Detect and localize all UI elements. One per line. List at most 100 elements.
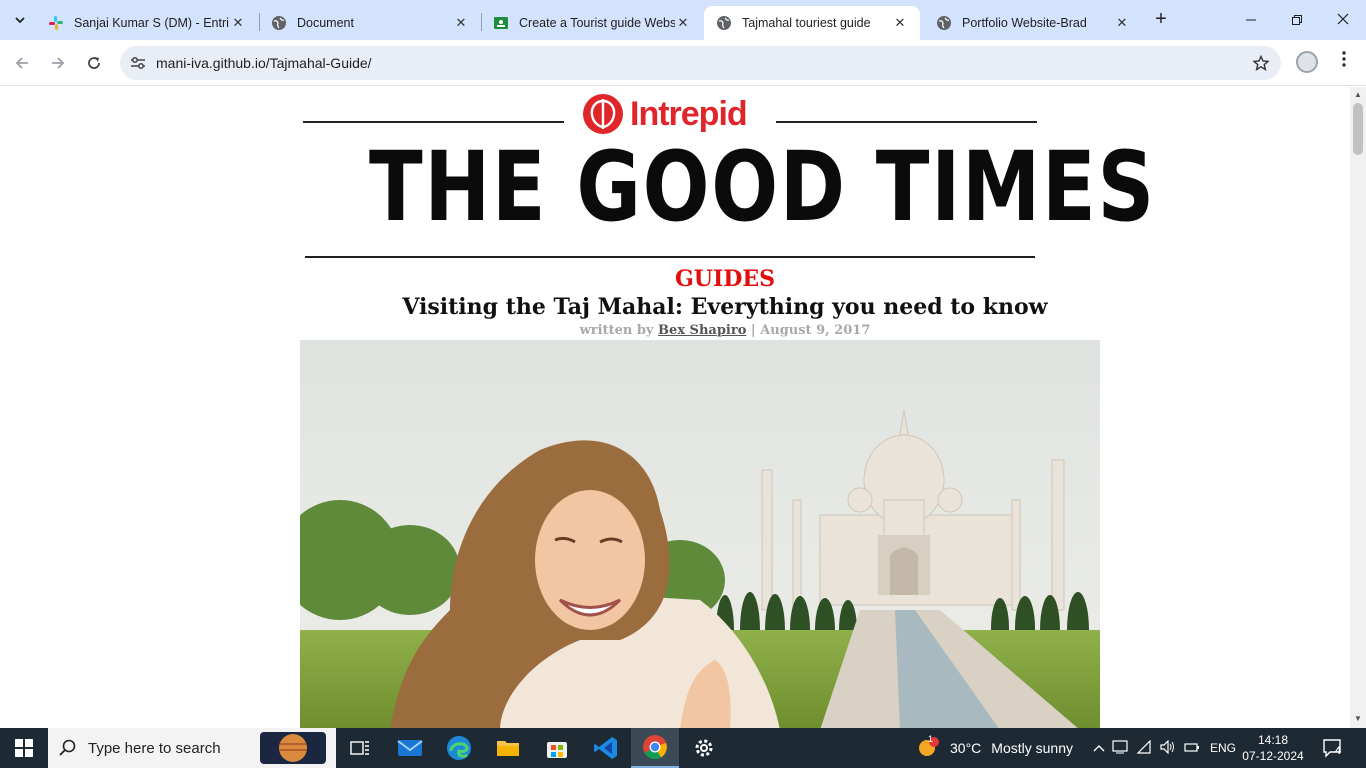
close-icon[interactable]: ✕ xyxy=(453,15,469,31)
store-icon xyxy=(547,742,567,758)
new-tab-button[interactable]: + xyxy=(1150,9,1172,31)
vscode-app[interactable] xyxy=(582,728,630,768)
article-byline: written by Bex Shapiro | August 9, 2017 xyxy=(0,323,1350,338)
taskbar-search-box[interactable]: Type here to search xyxy=(48,728,336,768)
forward-button[interactable] xyxy=(45,50,71,76)
network-drive-icon[interactable] xyxy=(1108,739,1132,757)
globe-icon xyxy=(937,16,951,30)
close-icon[interactable]: ✕ xyxy=(892,15,908,31)
start-button[interactable] xyxy=(0,728,48,768)
intrepid-logo[interactable]: Intrepid xyxy=(582,93,748,135)
url-text: mani-iva.github.io/Tajmahal-Guide/ xyxy=(156,55,372,71)
intrepid-logo-icon xyxy=(583,94,623,134)
windows-taskbar: Type here to search 1 30°C Mostly sunny xyxy=(0,728,1366,768)
language-indicator[interactable]: ENG xyxy=(1210,741,1236,755)
volume-icon[interactable] xyxy=(1156,739,1180,757)
back-button[interactable] xyxy=(9,50,35,76)
scrollbar-thumb[interactable] xyxy=(1353,103,1363,155)
web-page: Intrepid THE GOOD TIMES GUIDES Visiting … xyxy=(0,87,1350,728)
task-view-icon xyxy=(350,741,369,755)
tab-title: Document xyxy=(297,16,354,30)
close-window-button[interactable] xyxy=(1320,6,1366,34)
chrome-icon xyxy=(643,735,667,760)
close-icon xyxy=(1337,13,1349,25)
address-bar[interactable]: mani-iva.github.io/Tajmahal-Guide/ xyxy=(120,46,1281,80)
tab-title: Portfolio Website-Brad xyxy=(962,16,1087,30)
task-view-button[interactable] xyxy=(336,728,384,768)
chevron-up-icon[interactable] xyxy=(1090,741,1108,755)
more-vert-icon xyxy=(1342,51,1346,67)
author-link[interactable]: Bex Shapiro xyxy=(658,323,746,338)
article-headline: Visiting the Taj Mahal: Everything you n… xyxy=(402,294,1048,320)
arrow-left-icon xyxy=(15,57,28,69)
divider xyxy=(776,121,1037,123)
hero-image xyxy=(300,340,1100,728)
weather-temp: 30°C xyxy=(950,740,982,756)
star-icon xyxy=(1253,55,1269,71)
system-tray: ENG xyxy=(1090,728,1236,768)
arrow-right-icon xyxy=(52,57,65,69)
category-label: GUIDES xyxy=(675,266,775,292)
brand-name: Intrepid xyxy=(630,94,748,133)
restore-button[interactable] xyxy=(1274,6,1320,34)
tab-title: Tajmahal touriest guide xyxy=(742,16,871,30)
search-placeholder: Type here to search xyxy=(88,739,221,757)
edge-app[interactable] xyxy=(435,728,483,768)
taskbar-clock[interactable]: 14:18 07-12-2024 xyxy=(1240,732,1306,764)
globe-icon xyxy=(717,16,731,30)
notification-count: 4 xyxy=(1335,745,1342,757)
minimize-button[interactable] xyxy=(1228,6,1274,34)
bookmark-button[interactable] xyxy=(1241,55,1281,71)
reload-icon xyxy=(88,57,100,69)
tab-title: Sanjai Kumar S (DM) - Entri I xyxy=(74,16,230,30)
gear-icon xyxy=(695,739,713,757)
mail-icon xyxy=(397,740,423,756)
battery-icon[interactable] xyxy=(1180,741,1204,756)
divider xyxy=(305,256,1035,258)
scroll-down-arrow-icon[interactable]: ▼ xyxy=(1354,715,1362,723)
close-icon[interactable]: ✕ xyxy=(675,15,691,31)
tab-title: Create a Tourist guide Webs xyxy=(519,16,675,30)
folder-icon xyxy=(497,741,519,756)
tab-portfolio[interactable]: Portfolio Website-Brad ✕ xyxy=(924,6,1142,40)
wifi-icon[interactable] xyxy=(1132,739,1156,757)
browser-menu-button[interactable] xyxy=(1334,50,1354,74)
chrome-app[interactable] xyxy=(631,728,679,768)
tab-tajmahal[interactable]: Tajmahal touriest guide ✕ xyxy=(704,6,920,40)
tab-search-button[interactable] xyxy=(8,8,32,32)
microsoft-store-app[interactable] xyxy=(533,728,581,768)
close-icon[interactable]: ✕ xyxy=(230,15,246,31)
tab-slack[interactable]: Sanjai Kumar S (DM) - Entri I ✕ xyxy=(36,6,258,40)
file-explorer-app[interactable] xyxy=(484,728,532,768)
edge-icon xyxy=(447,736,471,760)
tune-icon xyxy=(131,57,145,69)
minimize-icon xyxy=(1246,19,1256,21)
site-info-button[interactable] xyxy=(120,56,156,70)
tab-classroom[interactable]: Create a Tourist guide Webs ✕ xyxy=(481,6,703,40)
tab-document[interactable]: Document ✕ xyxy=(259,6,481,40)
weather-badge: 1 xyxy=(928,734,934,744)
reload-button[interactable] xyxy=(81,50,107,76)
mail-app[interactable] xyxy=(386,728,434,768)
windows-logo-icon xyxy=(15,739,33,757)
settings-app[interactable] xyxy=(680,728,728,768)
close-icon[interactable]: ✕ xyxy=(1114,15,1130,31)
byline-separator: | xyxy=(746,323,761,338)
masthead-title: THE GOOD TIMES xyxy=(369,131,1156,243)
scroll-up-arrow-icon[interactable]: ▲ xyxy=(1354,91,1362,99)
article-date: August 9, 2017 xyxy=(760,323,871,338)
restore-icon xyxy=(1292,15,1302,25)
globe-icon xyxy=(272,16,286,30)
weather-desc: Mostly sunny xyxy=(991,740,1073,756)
google-classroom-icon xyxy=(494,17,508,29)
vscode-icon xyxy=(594,737,617,759)
byline-prefix: written by xyxy=(579,323,659,338)
chevron-down-icon xyxy=(15,17,25,24)
page-scrollbar[interactable]: ▲ ▼ xyxy=(1350,87,1366,728)
hero-photo xyxy=(300,340,1100,728)
weather-widget[interactable]: 1 30°C Mostly sunny xyxy=(916,728,1073,768)
notification-center-button[interactable]: 4 xyxy=(1322,738,1346,758)
slack-icon xyxy=(49,16,63,30)
browser-toolbar: mani-iva.github.io/Tajmahal-Guide/ xyxy=(0,40,1366,86)
profile-avatar[interactable] xyxy=(1296,51,1318,73)
